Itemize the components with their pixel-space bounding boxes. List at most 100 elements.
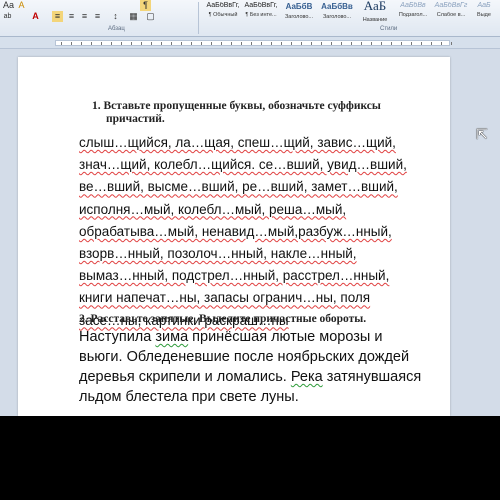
style-name: Слабое в... bbox=[436, 12, 466, 18]
ruler-tick bbox=[261, 42, 262, 45]
borders-button[interactable]: ▢ bbox=[145, 11, 156, 22]
ruler-tick bbox=[431, 42, 432, 45]
exercise-words: слыш…щийся, ла…щая, спеш…щий, завис…щий,… bbox=[79, 132, 439, 332]
ruler-tick bbox=[181, 42, 182, 45]
highlight-button[interactable]: A bbox=[16, 0, 27, 11]
ruler-tick bbox=[241, 42, 242, 45]
black-letterbox bbox=[0, 416, 500, 500]
ruler-tick bbox=[281, 42, 282, 45]
style-no-spacing[interactable]: АаБбВвГг, ¶ Без инте... bbox=[240, 0, 282, 25]
align-center-button[interactable]: ≡ bbox=[66, 11, 77, 22]
ruler-tick bbox=[221, 42, 222, 45]
ruler-tick bbox=[411, 42, 412, 45]
ruler-tick bbox=[131, 42, 132, 45]
ruler-tick bbox=[211, 42, 212, 45]
text-line: льдом блестела при свете луны. bbox=[79, 389, 299, 405]
word-line: ве…вший, высме…вший, ре…вший, замет…вший… bbox=[79, 179, 398, 195]
style-title[interactable]: АаБ Название bbox=[354, 0, 396, 25]
word-line: книги напечат…ны, запасы огранич…ны, пол… bbox=[79, 290, 371, 306]
show-marks-button[interactable]: ¶ bbox=[140, 0, 151, 11]
ruler-tick bbox=[111, 42, 112, 45]
justify-button[interactable]: ≡ bbox=[92, 11, 103, 22]
change-case-button[interactable]: Aa bbox=[3, 0, 14, 11]
ruler-tick bbox=[161, 42, 162, 45]
word-line: знач…щий, колебл…щийся. се…вший, увид…вш… bbox=[79, 157, 407, 173]
line-spacing-button[interactable]: ↕ bbox=[110, 11, 121, 22]
text-fragment: Наступила bbox=[79, 329, 156, 345]
ruler-tick bbox=[101, 42, 102, 45]
ruler-band bbox=[55, 40, 452, 46]
ruler-tick bbox=[81, 42, 82, 45]
grammar-flagged-word: Река bbox=[290, 369, 323, 385]
group-divider bbox=[198, 2, 199, 34]
word-line: вымаз…нный, подстрел…нный, расстрел…нный… bbox=[79, 268, 390, 284]
style-name: Название bbox=[362, 17, 388, 23]
styles-group-label: Стили bbox=[380, 26, 398, 32]
style-name: ¶ Обычный bbox=[208, 12, 238, 18]
style-sample: АаБбВвГг bbox=[434, 2, 468, 9]
ruler-tick bbox=[321, 42, 322, 45]
style-name: Заголово... bbox=[322, 14, 352, 20]
font-color-button[interactable]: A bbox=[30, 11, 41, 22]
text-line: деревья скрипели и ломались. Река затяну… bbox=[79, 367, 429, 387]
ruler-tick bbox=[361, 42, 362, 45]
ruler-tick bbox=[191, 42, 192, 45]
style-subtitle[interactable]: АаБбВв Подзагол... bbox=[392, 0, 434, 25]
style-heading-1[interactable]: АаБбВ Заголово... bbox=[278, 0, 320, 25]
task2-heading: 2. Расставьте запятые. Выделите причастн… bbox=[79, 313, 367, 325]
style-sample: АаБбВв bbox=[400, 2, 426, 9]
text-fragment: принёсшая лютые морозы и bbox=[188, 329, 383, 345]
mouse-pointer-icon: ⇱ bbox=[476, 126, 488, 142]
style-sample: АаБбВв bbox=[321, 2, 353, 11]
ruler-tick bbox=[341, 42, 342, 45]
ruler-tick bbox=[251, 42, 252, 45]
align-left-button[interactable]: ≡ bbox=[52, 11, 63, 22]
shading-button[interactable]: ▦ bbox=[128, 11, 139, 22]
word-line: исполня…мый, колебл…мый, реша…мый, bbox=[79, 201, 347, 217]
align-right-button[interactable]: ≡ bbox=[79, 11, 90, 22]
ruler-tick bbox=[391, 42, 392, 45]
ruler-tick bbox=[151, 42, 152, 45]
task1-heading: 1. Вставьте пропущенные буквы, обозначьт… bbox=[92, 100, 381, 126]
ruler-tick bbox=[331, 42, 332, 45]
style-sample: АаБбВвГг, bbox=[206, 2, 240, 9]
ruler-tick bbox=[291, 42, 292, 45]
strikethrough-button[interactable]: ab bbox=[2, 11, 13, 22]
ruler-tick bbox=[201, 42, 202, 45]
text-fragment: затянувшаяся bbox=[322, 369, 422, 385]
ribbon: Aa A ¶ ab A ≡ ≡ ≡ ≡ ↕ ▦ ▢ Абзац АаБбВвГг… bbox=[0, 0, 500, 37]
ruler-tick bbox=[311, 42, 312, 45]
word-line: взорв…нный, позолоч…нный, накле…нный, bbox=[79, 245, 357, 261]
ruler-tick bbox=[61, 42, 62, 45]
grammar-flagged-word: зима bbox=[155, 329, 189, 345]
text-line: вьюги. Обледеневшие после ноябрьских дож… bbox=[79, 349, 410, 365]
ruler-tick bbox=[171, 42, 172, 45]
style-name: Выде bbox=[477, 12, 491, 18]
word-line: слыш…щийся, ла…щая, спеш…щий, завис…щий, bbox=[79, 135, 396, 150]
style-subtle-emphasis[interactable]: АаБбВвГг Слабое в... bbox=[430, 0, 472, 25]
style-name: Подзагол... bbox=[398, 12, 428, 18]
styles-gallery: АаБбВвГг, ¶ Обычный АаБбВвГг, ¶ Без инте… bbox=[202, 0, 500, 25]
ruler-tick bbox=[271, 42, 272, 45]
paragraph-group-label: Абзац bbox=[108, 26, 125, 32]
ruler-tick bbox=[351, 42, 352, 45]
style-sample: АаБбВ bbox=[285, 2, 313, 11]
ruler-tick bbox=[421, 42, 422, 45]
ruler-tick bbox=[301, 42, 302, 45]
ruler-tick bbox=[141, 42, 142, 45]
ruler-tick bbox=[121, 42, 122, 45]
style-emphasis[interactable]: АаБ Выде bbox=[468, 0, 500, 25]
ruler-tick bbox=[451, 42, 452, 45]
style-sample: АаБ bbox=[477, 2, 491, 9]
style-normal[interactable]: АаБбВвГг, ¶ Обычный bbox=[202, 0, 244, 25]
horizontal-ruler[interactable] bbox=[0, 37, 500, 49]
task1-line1: 1. Вставьте пропущенные буквы, обозначьт… bbox=[92, 100, 381, 112]
ruler-tick bbox=[401, 42, 402, 45]
task1-line2: причастий. bbox=[106, 113, 165, 125]
style-name: Заголово... bbox=[284, 14, 314, 20]
style-sample: АаБбВвГг, bbox=[244, 2, 278, 9]
task2-text: Наступила зима принёсшая лютые морозы и … bbox=[79, 327, 429, 407]
word-line: обрабатыва…мый, ненавид…мый,разбуж…нный, bbox=[79, 223, 392, 239]
style-heading-2[interactable]: АаБбВв Заголово... bbox=[316, 0, 358, 25]
text-line: Наступила зима принёсшая лютые морозы и bbox=[79, 327, 429, 347]
